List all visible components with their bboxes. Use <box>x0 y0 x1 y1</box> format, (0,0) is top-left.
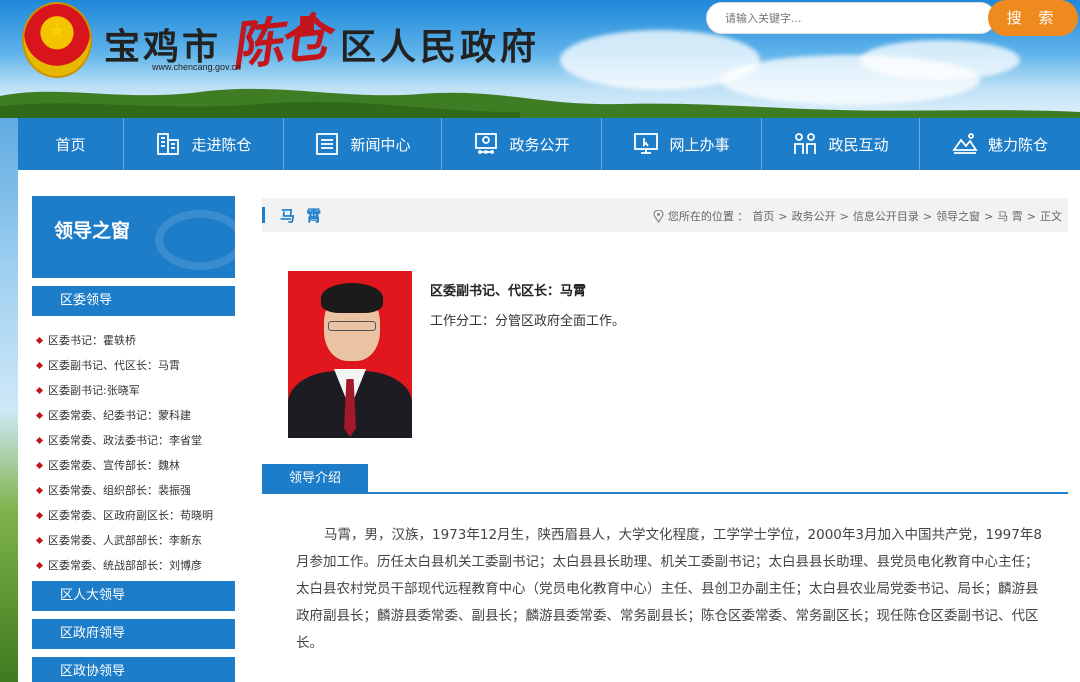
location-pin-icon <box>653 209 664 223</box>
nav-label: 政务公开 <box>509 135 570 154</box>
cloud-decoration <box>860 40 1020 80</box>
portrait-hair <box>321 283 383 313</box>
site-url: www.chencang.gov.cn <box>152 62 241 72</box>
leader-list: 区委书记：霍轶桥 区委副书记、代区长：马霄 区委副书记:张晓军 区委常委、纪委书… <box>32 328 235 578</box>
leader-biography: 马霄，男，汉族，1973年12月生，陕西眉县人，大学文化程度，工学学士学位，20… <box>296 527 1042 651</box>
monitor-people-icon <box>473 131 499 157</box>
breadcrumb-link[interactable]: 政务公开 <box>792 208 836 224</box>
sidebar-category-peoples-congress[interactable]: 区人大领导 <box>32 581 235 611</box>
page-title: 马 霄 <box>280 207 325 225</box>
breadcrumb-link[interactable]: 信息公开目录 <box>853 208 919 224</box>
main-content-area: 领导之窗 区委领导 区委书记：霍轶桥 区委副书记、代区长：马霄 区委副书记:张晓… <box>18 170 1080 682</box>
breadcrumb-separator: > <box>1026 209 1036 223</box>
breadcrumb-current: 正文 <box>1040 210 1062 223</box>
search-input[interactable] <box>707 3 995 33</box>
nav-item-online-services[interactable]: 网上办事 <box>602 118 762 170</box>
national-emblem-icon: ★ <box>22 2 92 78</box>
breadcrumb-prefix: 您所在的位置 ： <box>667 210 749 223</box>
sidebar-category-cppcc[interactable]: 区政协领导 <box>32 657 235 682</box>
page-title-bar: 马 霄 您所在的位置 ： 首页 > 政务公开 > 信息公开目录 > 领导之窗 >… <box>262 198 1068 232</box>
sidebar-heading-text: 领导之窗 <box>54 220 131 242</box>
breadcrumb-link[interactable]: 首页 <box>752 208 774 224</box>
nav-label: 魅力陈仓 <box>987 135 1048 154</box>
breadcrumb-link[interactable]: 领导之窗 <box>936 208 980 224</box>
nav-label: 网上办事 <box>669 135 730 154</box>
leader-portrait <box>288 271 412 438</box>
leader-position: 区委副书记、代区长：马霄 <box>430 284 587 299</box>
cloud-swirl-decoration <box>155 210 235 270</box>
site-title-government: 区人民政府 <box>340 26 541 68</box>
two-people-icon <box>792 131 818 157</box>
nav-label: 新闻中心 <box>350 135 411 154</box>
nav-item-about[interactable]: 走进陈仓 <box>124 118 284 170</box>
breadcrumb-link[interactable]: 马 霄 <box>997 208 1023 224</box>
leader-link[interactable]: 区委常委、宣传部长：魏林 <box>32 453 235 478</box>
breadcrumb-separator: > <box>839 209 849 223</box>
section-header: 领导介绍 <box>262 464 1068 494</box>
nav-label: 政民互动 <box>828 135 889 154</box>
leader-link[interactable]: 区委副书记、代区长：马霄 <box>32 353 235 378</box>
sidebar-heading: 领导之窗 <box>32 196 235 278</box>
district-calligraphy-logo: 陈仓 <box>227 7 330 78</box>
breadcrumb-separator: > <box>778 209 788 223</box>
tab-leader-intro[interactable]: 领导介绍 <box>262 464 368 494</box>
leader-link[interactable]: 区委书记：霍轶桥 <box>32 328 235 353</box>
search-box <box>706 2 996 34</box>
leader-link[interactable]: 区委常委、统战部部长：刘博彦 <box>32 553 235 578</box>
leader-link[interactable]: 区委常委、组织部长：裴振强 <box>32 478 235 503</box>
building-icon <box>155 131 181 157</box>
hills-decoration <box>0 88 1080 118</box>
nav-item-interaction[interactable]: 政民互动 <box>762 118 920 170</box>
nav-item-gov-affairs[interactable]: 政务公开 <box>442 118 602 170</box>
newspaper-icon <box>314 131 340 157</box>
title-accent-bar <box>262 207 265 223</box>
landscape-icon <box>952 131 978 157</box>
search-button[interactable]: 搜 索 <box>988 0 1078 36</box>
leader-link[interactable]: 区委副书记:张晓军 <box>32 378 235 403</box>
nav-label: 首页 <box>55 135 86 154</box>
leader-link[interactable]: 区委常委、区政府副区长：苟晓明 <box>32 503 235 528</box>
breadcrumb-separator: > <box>984 209 994 223</box>
leader-link[interactable]: 区委常委、人武部部长：李新东 <box>32 528 235 553</box>
nav-item-home[interactable]: 首页 <box>18 118 124 170</box>
nav-label: 走进陈仓 <box>191 135 252 154</box>
leader-duty: 工作分工：分管区政府全面工作。 <box>430 314 626 329</box>
sidebar-category-government[interactable]: 区政府领导 <box>32 619 235 649</box>
computer-cursor-icon <box>633 131 659 157</box>
breadcrumb: 您所在的位置 ： 首页 > 政务公开 > 信息公开目录 > 领导之窗 > 马 霄… <box>653 208 1062 224</box>
sidebar-category-party-committee[interactable]: 区委领导 <box>32 286 235 316</box>
portrait-glasses <box>328 321 376 331</box>
main-nav: 首页 走进陈仓 新闻中心 政务公开 网上办事 政民互动 魅力陈仓 <box>18 118 1080 170</box>
red-seal-icon <box>300 16 314 36</box>
breadcrumb-separator: > <box>922 209 933 223</box>
leader-link[interactable]: 区委常委、政法委书记：李省堂 <box>32 428 235 453</box>
nav-item-charm[interactable]: 魅力陈仓 <box>920 118 1080 170</box>
site-header: ★ 宝鸡市 陈仓 区人民政府 www.chencang.gov.cn 搜 索 <box>0 0 1080 118</box>
nav-item-news[interactable]: 新闻中心 <box>284 118 442 170</box>
leader-link[interactable]: 区委常委、纪委书记：蒙科建 <box>32 403 235 428</box>
